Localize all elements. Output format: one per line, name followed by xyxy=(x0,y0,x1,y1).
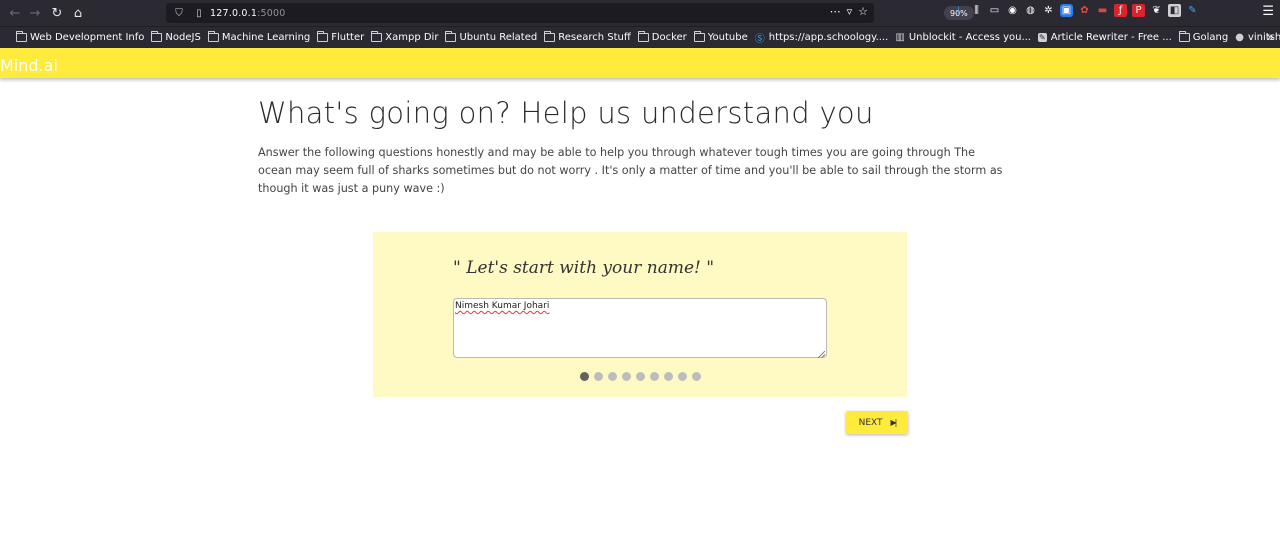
answer-input[interactable]: Nimesh Kumar Johari xyxy=(453,298,827,358)
step-dot[interactable] xyxy=(650,372,659,381)
step-dot[interactable] xyxy=(594,372,603,381)
question-text: " Let's start with your name! " xyxy=(453,258,715,278)
app-header: Mind.ai xyxy=(0,48,1280,78)
toolbox-icon[interactable]: ▬ xyxy=(1096,4,1109,17)
unblockit-icon: ▥ xyxy=(895,32,905,43)
github-icon: ● xyxy=(1235,32,1244,43)
url-text[interactable]: 127.0.0.1:5000 xyxy=(210,8,286,19)
page-icon: ▯ xyxy=(196,7,202,19)
addon-icon[interactable]: ✿ xyxy=(1078,4,1091,17)
folder-icon xyxy=(445,31,457,42)
more-actions-icon[interactable]: ⋯ xyxy=(830,5,841,18)
step-dot[interactable] xyxy=(692,372,701,381)
bookmark-label: Xampp Dir xyxy=(385,32,439,43)
account-icon[interactable]: ◉ xyxy=(1006,4,1019,17)
bookmark-item[interactable]: Ⓢhttps://app.schoology.... xyxy=(755,30,889,45)
bookmark-item[interactable]: Flutter xyxy=(317,31,365,43)
folder-icon xyxy=(693,31,705,42)
question-card: " Let's start with your name! " Nimesh K… xyxy=(373,232,907,397)
downloads-icon[interactable]: ⤓ xyxy=(952,4,965,17)
globe-icon[interactable]: ◍ xyxy=(1024,4,1037,17)
bookmark-label: Flutter xyxy=(331,32,365,43)
leaf-icon[interactable]: ❦ xyxy=(1150,4,1163,17)
bookmark-label: Research Stuff xyxy=(558,32,631,43)
bookmarks-overflow-icon[interactable]: » xyxy=(1267,30,1274,44)
rewriter-icon: ✎ xyxy=(1038,33,1047,42)
page-title: What's going on? Help us understand you xyxy=(258,96,874,130)
folder-icon xyxy=(151,31,163,42)
url-actions: ⋯ ▿ ☆ xyxy=(830,5,868,18)
folder-icon xyxy=(207,31,219,42)
bookmark-item[interactable]: Docker xyxy=(637,31,687,43)
bookmark-label: Youtube xyxy=(707,32,748,43)
extension-badge-icon[interactable]: ▣ xyxy=(1060,4,1073,17)
step-dot[interactable] xyxy=(608,372,617,381)
folder-icon xyxy=(317,31,329,42)
bookmark-label: Ubuntu Related xyxy=(459,32,538,43)
bookmark-label: Article Rewriter - Free ... xyxy=(1050,32,1172,43)
step-dot[interactable] xyxy=(636,372,645,381)
step-dot[interactable] xyxy=(664,372,673,381)
home-icon[interactable]: ⌂ xyxy=(67,2,89,24)
bookmark-item[interactable]: ✎ Article Rewriter - Free ... xyxy=(1038,32,1172,43)
url-port: :5000 xyxy=(257,7,286,19)
bookmark-item[interactable]: Machine Learning xyxy=(207,31,311,43)
bookmark-star-icon[interactable]: ☆ xyxy=(858,5,868,18)
folder-icon xyxy=(544,31,556,42)
bookmark-item[interactable]: Youtube xyxy=(693,31,748,43)
bookmark-label: NodeJS xyxy=(165,32,201,43)
resize-handle-icon[interactable] xyxy=(818,351,825,358)
folder-icon xyxy=(16,31,27,42)
bookmark-label: vinitshahdeo/Hacktobe... xyxy=(1247,32,1280,43)
url-bar[interactable]: ⛉ ▯ 127.0.0.1:5000 90% ⋯ ▿ ☆ xyxy=(166,3,974,23)
url-host: 127.0.0.1 xyxy=(210,7,258,19)
step-indicator xyxy=(580,372,701,381)
library-icon[interactable]: ⫼ xyxy=(970,4,983,17)
browser-toolbar: ← → ↻ ⌂ ⛉ ▯ 127.0.0.1:5000 90% ⋯ ▿ ☆ ⤓ ⫼… xyxy=(0,0,1280,26)
main-content: What's going on? Help us understand you … xyxy=(258,96,1008,198)
settings-extension-icon[interactable]: ✲ xyxy=(1042,4,1055,17)
step-dot[interactable] xyxy=(622,372,631,381)
bookmarks-bar: Web Development Info NodeJS Machine Lear… xyxy=(0,26,1280,48)
step-dot[interactable] xyxy=(678,372,687,381)
sidebar-icon[interactable]: ▭ xyxy=(988,4,1001,17)
bookmark-label: Unblockit - Access you... xyxy=(908,32,1031,43)
bookmark-item[interactable]: Golang xyxy=(1178,31,1229,43)
bookmark-item[interactable]: Xampp Dir xyxy=(371,31,439,43)
back-icon[interactable]: ← xyxy=(4,2,26,24)
brand-logo[interactable]: Mind.ai xyxy=(0,56,58,75)
bookmark-label: https://app.schoology.... xyxy=(768,32,889,43)
flash-icon[interactable]: ƒ xyxy=(1114,4,1127,17)
reload-icon[interactable]: ↻ xyxy=(46,2,68,24)
bookmark-item[interactable]: Research Stuff xyxy=(544,31,631,43)
bookmark-item[interactable]: Ubuntu Related xyxy=(445,31,538,43)
schoology-icon: Ⓢ xyxy=(754,34,765,45)
step-dot[interactable] xyxy=(580,372,589,381)
bookmark-item[interactable]: ▥ Unblockit - Access you... xyxy=(895,32,1031,43)
bookmark-label: Golang xyxy=(1192,32,1229,43)
bookmark-label: Machine Learning xyxy=(221,32,311,43)
intro-text: Answer the following questions honestly … xyxy=(258,146,1003,195)
bookmark-item[interactable]: NodeJS xyxy=(151,31,201,43)
screenshot-icon[interactable]: ◧ xyxy=(1168,4,1181,17)
shield-icon[interactable]: ⛉ xyxy=(172,8,186,19)
forward-icon[interactable]: → xyxy=(24,2,46,24)
folder-icon xyxy=(637,31,649,42)
bookmark-label: Docker xyxy=(651,32,687,43)
pocket-icon[interactable]: ▿ xyxy=(847,5,853,18)
next-label: NEXT xyxy=(858,417,883,428)
skip-next-icon: ▶| xyxy=(890,418,898,427)
next-button[interactable]: NEXT ▶| xyxy=(846,411,908,434)
bookmark-item[interactable]: Web Development Info xyxy=(16,31,145,43)
pen-icon[interactable]: ✎ xyxy=(1186,4,1199,17)
pdf-icon[interactable]: P xyxy=(1132,4,1145,17)
bookmark-label: Web Development Info xyxy=(30,32,145,43)
menu-icon[interactable]: ☰ xyxy=(1262,4,1274,19)
extensions-tray: ⤓ ⫼ ▭ ◉ ◍ ✲ ▣ ✿ ▬ ƒ P ❦ ◧ ✎ xyxy=(952,4,1199,17)
folder-icon xyxy=(371,31,383,42)
folder-icon xyxy=(1178,31,1190,42)
